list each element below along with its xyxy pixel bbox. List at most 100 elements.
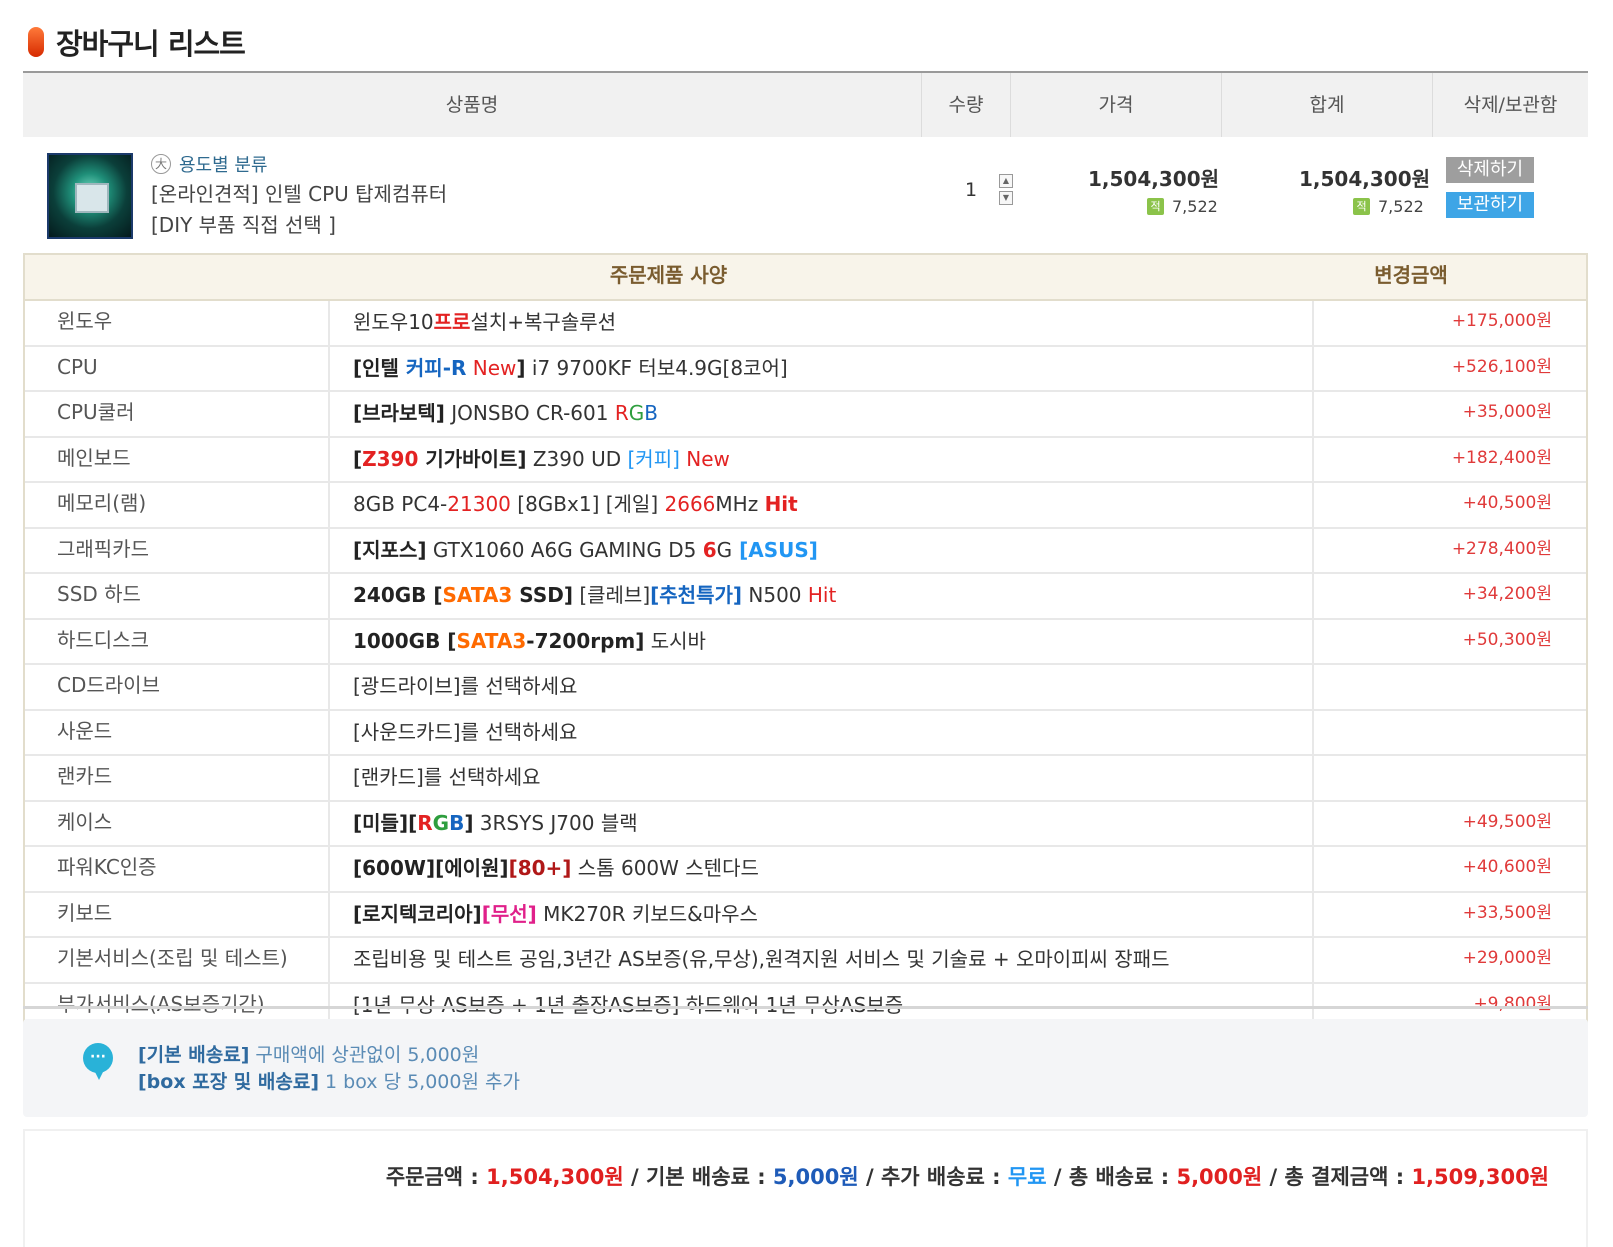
spec-row: CPU쿨러 [브라보텍] JONSBO CR-601 RGB +35,000원: [25, 392, 1586, 438]
spec-value-segment: SATA3: [456, 628, 527, 653]
extra-shipping-value: 무료: [1007, 1165, 1047, 1189]
spec-value-segment: [80+]: [508, 856, 572, 880]
spec-row: 윈도우 윈도우10프로설치+복구솔루션 +175,000원: [25, 301, 1586, 347]
order-amount-value: 1,504,300원: [486, 1165, 624, 1189]
spec-amount: +182,400원: [1451, 447, 1552, 468]
spec-value-segment: [로지텍코리아]: [353, 901, 482, 926]
delete-button[interactable]: 삭제하기: [1446, 157, 1534, 183]
shipping-notice: ··· [기본 배송료] 구매액에 상관없이 5,000원 [box 포장 및 …: [23, 1019, 1588, 1117]
spec-value-segment: Hit: [807, 583, 837, 607]
spec-label: 랜카드: [57, 764, 113, 788]
spec-header: 주문제품 사양 변경금액: [25, 255, 1586, 301]
spec-value-segment: G: [716, 537, 733, 562]
title-bullet-icon: [28, 27, 44, 57]
header-price: 가격: [1098, 94, 1134, 116]
spec-value: [사운드카드]를 선택하세요: [353, 711, 577, 754]
spec-value-segment: [인텔: [353, 355, 406, 380]
spec-rows: 윈도우 윈도우10프로설치+복구솔루션 +175,000원 CPU [인텔 커피-R N…: [25, 301, 1586, 1027]
spec-label: 그래픽카드: [57, 536, 149, 561]
category-icon: 大: [151, 154, 171, 174]
spec-value-segment: 8GB PC4-: [353, 492, 448, 516]
spec-value-segment: 조립비용 및 테스트 공임,3년간 AS보증(유,무상),원격지원 서비스 및 …: [353, 947, 1170, 971]
spec-row: 메인보드 [Z390 기가바이트] Z390 UD [커피] New +182,40…: [25, 438, 1586, 483]
spec-value-segment: Z390 UD: [526, 446, 628, 471]
spec-amount: +40,600원: [1462, 857, 1552, 877]
qty-up-icon[interactable]: ▲: [999, 174, 1013, 188]
shipping-line-box: [box 포장 및 배송료] 1 box 당 5,000원 추가: [138, 1067, 520, 1094]
cpu-chip-icon: [75, 183, 109, 213]
spec-value: 240GB [SATA3 SSD] [클레브][추천특가] N500 Hit: [353, 574, 836, 617]
spec-row: 메모리(램) 8GB PC4-21300 [8GBx1] [게일] 2666MHz…: [25, 483, 1586, 529]
spec-value-segment: SATA3: [442, 583, 513, 607]
spec-header-title: 주문제품 사양: [609, 263, 728, 287]
spec-value-segment: [랜카드]를 선택하세요: [353, 765, 541, 789]
spec-value-segment: 기가바이트]: [418, 446, 527, 471]
spec-row: 기본서비스(조립 및 테스트) 조립비용 및 테스트 공임,3년간 AS보증(유,…: [25, 938, 1586, 984]
spec-value: [Z390 기가바이트] Z390 UD [커피] New: [353, 438, 730, 481]
page-title-text: 장바구니 리스트: [56, 27, 246, 61]
product-thumbnail[interactable]: [47, 153, 133, 239]
spec-value-segment: GTX1060 A6G GAMING D5: [426, 537, 703, 562]
total-payment-value: 1,509,300원: [1411, 1165, 1549, 1189]
spec-value-segment: 2666: [664, 492, 716, 516]
header-total: 합계: [1309, 94, 1345, 116]
shipping-divider: [23, 1006, 1588, 1009]
spec-value: [미들][RGB] 3RSYS J700 블랙: [353, 802, 638, 845]
spec-value-segment: 240GB [: [353, 583, 443, 607]
spec-value: [브라보텍] JONSBO CR-601 RGB: [353, 392, 658, 435]
base-shipping-value: 5,000원: [772, 1165, 859, 1189]
spec-value-segment: [클레브]: [572, 583, 651, 607]
spec-value-segment: ]: [516, 355, 526, 380]
page-title: 장바구니 리스트: [28, 22, 246, 62]
spec-header-amount: 변경금액: [1374, 263, 1448, 287]
keep-button[interactable]: 보관하기: [1446, 192, 1534, 218]
product-name-line1: [온라인견적] 인텔 CPU 탑제컴퓨터: [151, 182, 448, 206]
spec-value: 윈도우10프로설치+복구솔루션: [353, 301, 616, 344]
spec-value: [지포스] GTX1060 A6G GAMING D5 6G [ASUS]: [353, 529, 818, 572]
total-shipping-label: / 총 배송료 :: [1046, 1165, 1177, 1189]
spec-value-segment: [광드라이브]를 선택하세요: [353, 674, 578, 698]
price-points: 적 7,522: [1147, 197, 1218, 216]
spec-value-segment: [미들][: [353, 810, 418, 835]
spec-row: 케이스 [미들][RGB] 3RSYS J700 블랙 +49,500원: [25, 802, 1586, 847]
spec-value-segment: Z390: [362, 446, 419, 471]
spec-value: [인텔 커피-R New] i7 9700KF 터보4.9G[8코어]: [353, 347, 788, 390]
spec-value-segment: New: [679, 446, 730, 471]
product-name-line2: [DIY 부품 직접 선택 ]: [151, 213, 336, 237]
spec-value-segment: [1년 무상 AS보증 + 1년 출장AS보증] 하드웨어 1년 무상AS보증: [353, 992, 904, 1017]
shipping-box-text: 1 box 당 5,000원 추가: [319, 1071, 520, 1093]
spec-value-segment: New: [466, 355, 517, 380]
category-label[interactable]: 용도별 분류: [179, 151, 268, 177]
spec-value: [랜카드]를 선택하세요: [353, 756, 541, 799]
spec-value-segment: MK270R 키보드&마우스: [536, 901, 758, 926]
header-qty: 수량: [948, 94, 984, 116]
qty-down-icon[interactable]: ▼: [999, 191, 1013, 205]
spec-value-segment: [600W][에이원]: [353, 856, 509, 880]
spec-value-segment: 3RSYS J700 블랙: [473, 810, 638, 835]
spec-label: CPU쿨러: [57, 400, 135, 424]
spec-value-segment: [추천특가]: [650, 583, 743, 607]
shipping-line-base: [기본 배송료] 구매액에 상관없이 5,000원: [138, 1040, 479, 1067]
spec-value-segment: -7200rpm]: [526, 628, 645, 653]
spec-value-segment: [8GBx1] [게일]: [510, 492, 665, 516]
spec-value: 조립비용 및 테스트 공임,3년간 AS보증(유,무상),원격지원 서비스 및 …: [353, 938, 1170, 981]
spec-amount: +35,000원: [1462, 402, 1552, 422]
quantity-stepper[interactable]: ▲ ▼: [999, 174, 1013, 205]
spec-label: 사운드: [57, 718, 113, 743]
base-shipping-label: / 기본 배송료 :: [623, 1165, 773, 1189]
points-icon: 적: [1353, 198, 1370, 215]
spec-amount: +34,200원: [1462, 584, 1552, 604]
spec-value-segment: Hit: [764, 492, 798, 516]
total-points-value: 7,522: [1378, 197, 1424, 216]
product-price: 1,504,300원: [1088, 167, 1220, 191]
spec-label: 키보드: [57, 900, 113, 925]
spec-label: 메인보드: [57, 445, 131, 470]
total-shipping-value: 5,000원: [1176, 1165, 1263, 1189]
total-payment-label: / 총 결제금액 :: [1262, 1165, 1412, 1189]
spec-label: 기본서비스(조립 및 테스트): [57, 946, 288, 970]
product-name[interactable]: [온라인견적] 인텔 CPU 탑제컴퓨터 [DIY 부품 직접 선택 ]: [151, 179, 447, 241]
spec-value-segment: R: [417, 810, 433, 835]
spec-label: 케이스: [57, 809, 113, 834]
spec-value-segment: JONSBO CR-601: [444, 401, 615, 425]
order-amount-label: 주문금액 :: [385, 1165, 487, 1189]
